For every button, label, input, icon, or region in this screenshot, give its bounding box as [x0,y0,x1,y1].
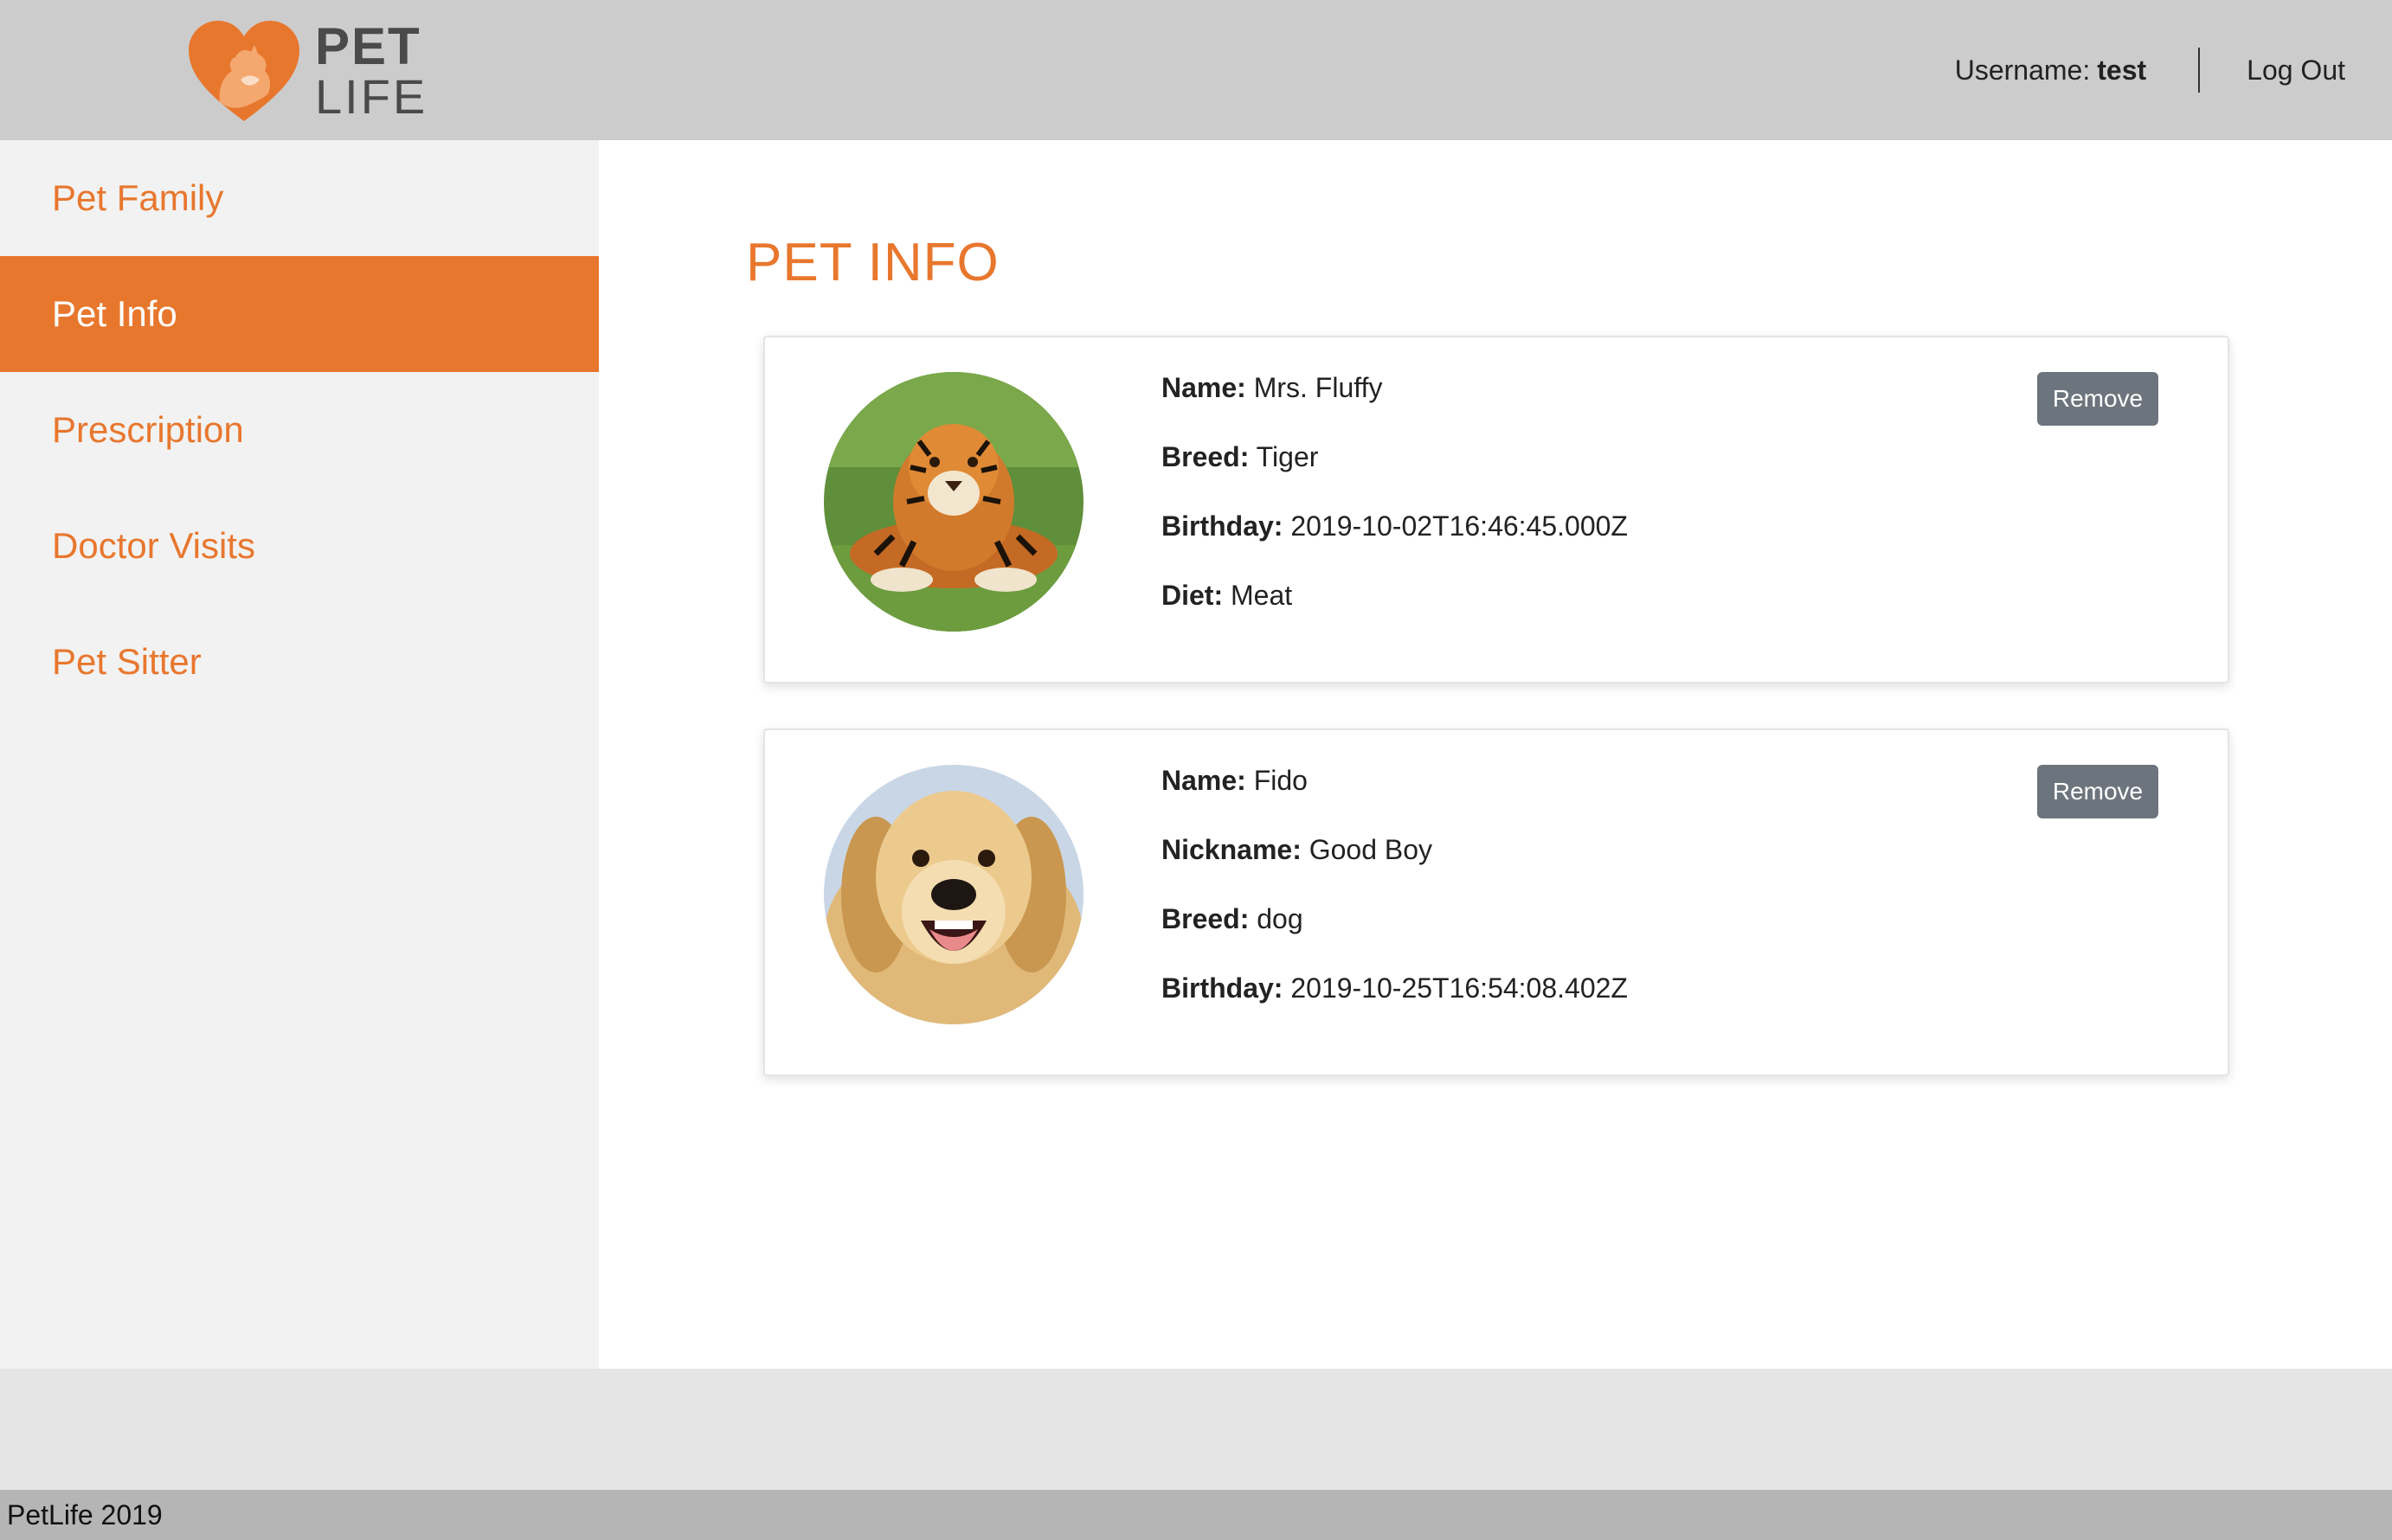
field-value: 2019-10-25T16:54:08.402Z [1290,972,1628,1004]
username-label: Username: [1954,54,2091,86]
header: PET LIFE Username: test Log Out [0,0,2392,140]
dog-photo-icon [824,765,1083,1024]
field-label: Breed: [1161,441,1250,472]
pet-field: Name: Mrs. Fluffy [1161,370,1628,440]
pet-details: Name: Fido Nickname: Good Boy Breed: dog… [1161,763,1628,1040]
sidebar: Pet Family Pet Info Prescription Doctor … [0,140,599,1369]
field-label: Breed: [1161,903,1250,934]
pet-photo [824,765,1083,1024]
field-label: Name: [1161,372,1246,403]
field-label: Name: [1161,765,1246,796]
page-title: PET INFO [746,233,1000,292]
pet-field: Breed: dog [1161,902,1628,971]
field-value: Good Boy [1309,834,1433,865]
pet-photo [824,372,1083,632]
pet-card: Name: Mrs. Fluffy Breed: Tiger Birthday:… [763,336,2229,683]
pet-field: Name: Fido [1161,763,1628,832]
heart-paw-logo-icon [189,21,299,121]
sidebar-item-pet-sitter[interactable]: Pet Sitter [0,604,599,720]
field-label: Diet: [1161,580,1224,611]
field-label: Birthday: [1161,510,1283,542]
field-value: Meat [1231,580,1293,611]
header-divider [2198,48,2201,93]
field-label: Nickname: [1161,834,1302,865]
brand-line-2: LIFE [315,69,428,124]
field-value: 2019-10-02T16:46:45.000Z [1290,510,1628,542]
pet-card: Name: Fido Nickname: Good Boy Breed: dog… [763,728,2229,1076]
pet-field: Diet: Meat [1161,578,1628,647]
tiger-photo-icon [824,372,1083,632]
pet-details: Name: Mrs. Fluffy Breed: Tiger Birthday:… [1161,370,1628,647]
pet-field: Birthday: 2019-10-02T16:46:45.000Z [1161,509,1628,578]
footer-band [0,1369,2392,1490]
field-label: Birthday: [1161,972,1283,1004]
main-content: PET INFO Name: Mrs. Fluffy Breed: Tiger … [599,140,2392,1369]
pet-field: Birthday: 2019-10-25T16:54:08.402Z [1161,971,1628,1040]
user-area: Username: test Log Out [1955,0,2345,140]
sidebar-item-pet-family[interactable]: Pet Family [0,140,599,256]
remove-button[interactable]: Remove [2037,765,2158,818]
username-value: test [2097,54,2147,86]
field-value: Mrs. Fluffy [1253,372,1383,403]
logout-link[interactable]: Log Out [2247,55,2345,87]
footer-text: PetLife 2019 [7,1498,163,1530]
brand-line-1: PET [315,17,421,75]
field-value: dog [1257,903,1303,934]
field-value: Tiger [1256,441,1319,472]
footer: PetLife 2019 [0,1490,2392,1540]
pet-field: Breed: Tiger [1161,440,1628,509]
field-value: Fido [1253,765,1308,796]
sidebar-item-doctor-visits[interactable]: Doctor Visits [0,488,599,604]
sidebar-item-pet-info[interactable]: Pet Info [0,256,599,372]
sidebar-item-prescription[interactable]: Prescription [0,372,599,488]
petlife-logo[interactable]: PET LIFE [185,19,428,123]
pet-field: Nickname: Good Boy [1161,832,1628,902]
remove-button[interactable]: Remove [2037,372,2158,426]
